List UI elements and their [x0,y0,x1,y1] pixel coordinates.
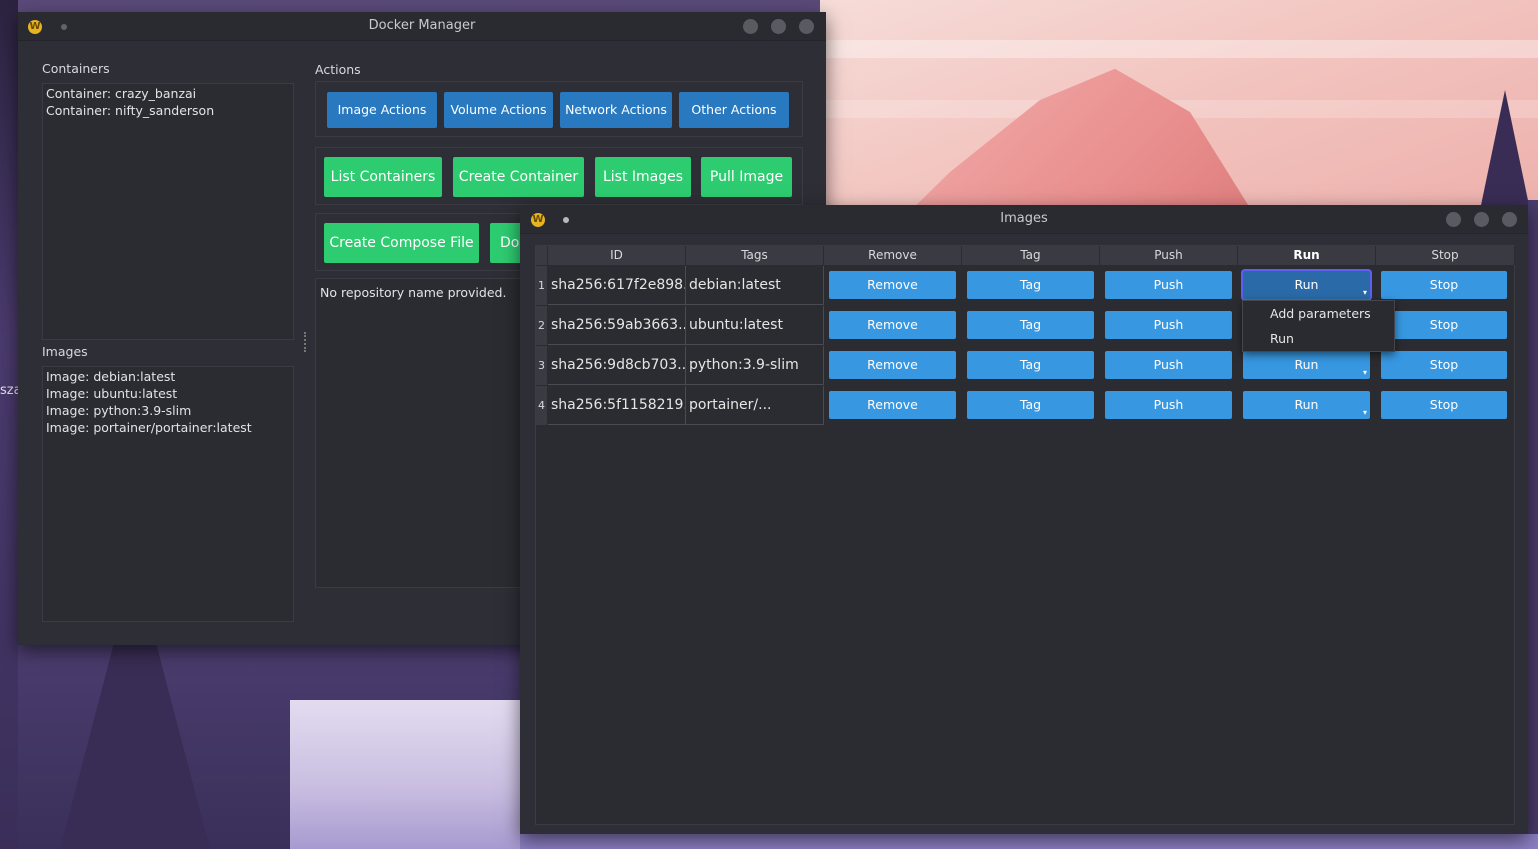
image-tags-cell[interactable]: debian:latest [686,266,824,305]
containers-label: Containers [42,61,110,76]
tag-button[interactable]: Tag [967,311,1094,339]
maximize-button[interactable] [771,19,786,34]
stop-button[interactable]: Stop [1381,391,1507,419]
image-id-cell[interactable]: sha256:59ab3663... [548,306,686,345]
images-table: ID Tags Remove Tag Push Run Stop 1 sha25… [535,245,1515,825]
run-dropdown-button[interactable]: Run ▾ [1243,271,1370,299]
column-header-run[interactable]: Run [1238,246,1376,265]
run-dropdown-button[interactable]: Run ▾ [1243,391,1370,419]
run-label: Run [1294,357,1319,372]
list-item[interactable]: Image: debian:latest [43,369,293,386]
menu-item-add-parameters[interactable]: Add parameters [1243,301,1394,326]
stop-button[interactable]: Stop [1381,271,1507,299]
create-container-button[interactable]: Create Container [453,157,584,197]
other-actions-button[interactable]: Other Actions [679,92,789,128]
menu-item-run[interactable]: Run [1243,326,1394,351]
images-window: W Images ID Tags Remove Tag Push Run Sto… [520,205,1528,834]
push-button[interactable]: Push [1105,391,1232,419]
pull-image-button[interactable]: Pull Image [701,157,792,197]
remove-button[interactable]: Remove [829,391,956,419]
image-tags-cell[interactable]: portainer/... [686,386,824,425]
minimize-button[interactable] [1446,212,1461,227]
create-compose-file-button[interactable]: Create Compose File [324,223,479,263]
image-actions-button[interactable]: Image Actions [327,92,437,128]
list-item[interactable]: Image: ubuntu:latest [43,386,293,403]
column-header-tag[interactable]: Tag [962,246,1100,265]
image-id-cell[interactable]: sha256:5f1158219... [548,386,686,425]
image-id-cell[interactable]: sha256:617f2e898... [548,266,686,305]
stop-button[interactable]: Stop [1381,351,1507,379]
tag-button[interactable]: Tag [967,271,1094,299]
maximize-button[interactable] [1474,212,1489,227]
chevron-down-icon: ▾ [1362,288,1367,297]
run-label: Run [1294,277,1319,292]
volume-actions-button[interactable]: Volume Actions [444,92,553,128]
window-title: Images [1000,211,1048,226]
column-header-remove[interactable]: Remove [824,246,962,265]
title-bar[interactable]: W Images [520,205,1528,234]
row-header[interactable]: 2 [536,306,547,345]
close-button[interactable] [799,19,814,34]
column-header-id[interactable]: ID [548,246,686,265]
image-id-cell[interactable]: sha256:9d8cb703... [548,346,686,385]
remove-button[interactable]: Remove [829,271,956,299]
images-label: Images [42,344,88,359]
list-item[interactable]: Container: crazy_banzai [43,86,293,103]
remove-button[interactable]: Remove [829,351,956,379]
corner-header[interactable] [536,246,548,265]
list-item[interactable]: Container: nifty_sanderson [43,103,293,120]
chevron-down-icon: ▾ [1362,368,1367,377]
title-bar[interactable]: W Docker Manager [18,12,826,41]
actions-label: Actions [315,62,361,77]
column-header-stop[interactable]: Stop [1376,246,1515,265]
remove-button[interactable]: Remove [829,311,956,339]
row-header[interactable]: 4 [536,386,547,425]
column-header-push[interactable]: Push [1100,246,1238,265]
tag-button[interactable]: Tag [967,391,1094,419]
run-dropdown-button[interactable]: Run ▾ [1243,351,1370,379]
list-containers-button[interactable]: List Containers [324,157,442,197]
column-header-tags[interactable]: Tags [686,246,824,265]
row-header[interactable]: 3 [536,346,547,385]
image-tags-cell[interactable]: ubuntu:latest [686,306,824,345]
images-list[interactable]: Image: debian:latest Image: ubuntu:lates… [42,366,294,622]
run-dropdown-menu: Add parameters Run [1242,300,1395,352]
list-item[interactable]: Image: python:3.9-slim [43,403,293,420]
minimize-button[interactable] [743,19,758,34]
containers-list[interactable]: Container: crazy_banzai Container: nifty… [42,83,294,340]
close-button[interactable] [1502,212,1517,227]
run-label: Run [1294,397,1319,412]
window-title: Docker Manager [368,18,476,33]
output-text: No repository name provided. [320,285,507,300]
push-button[interactable]: Push [1105,351,1232,379]
image-tags-cell[interactable]: python:3.9-slim [686,346,824,385]
stop-button[interactable]: Stop [1381,311,1507,339]
list-images-button[interactable]: List Images [595,157,691,197]
list-item[interactable]: Image: portainer/portainer:latest [43,420,293,437]
chevron-down-icon: ▾ [1362,408,1367,417]
tag-button[interactable]: Tag [967,351,1094,379]
splitter-handle[interactable] [304,332,308,352]
network-actions-button[interactable]: Network Actions [560,92,672,128]
push-button[interactable]: Push [1105,311,1232,339]
row-header[interactable]: 1 [536,266,547,305]
push-button[interactable]: Push [1105,271,1232,299]
